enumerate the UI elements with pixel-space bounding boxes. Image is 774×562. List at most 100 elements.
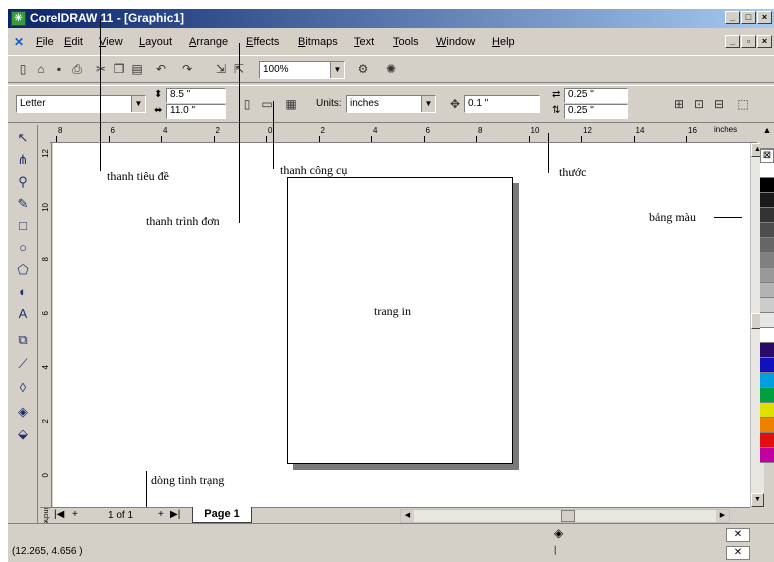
palette-swatch[interactable] [760,343,774,358]
shape-tool-icon[interactable]: ⋔ [14,151,32,169]
palette-swatch[interactable] [760,313,774,328]
tab-page-1[interactable]: Page 1 [192,507,252,523]
document-icon[interactable]: ✕ [14,35,28,49]
cut-icon[interactable]: ✂ [94,62,108,76]
menu-bitmaps[interactable]: Bitmaps [298,36,338,48]
printable-page[interactable]: trang in [287,177,513,464]
menu-edit[interactable]: Edit [64,36,83,48]
print-icon[interactable]: ⎙ [70,62,84,76]
menu-effects[interactable]: Effects [246,36,279,48]
outline-tool-icon[interactable]: ◊ [14,379,32,397]
zoom-tool-icon[interactable]: ⚲ [14,173,32,191]
scroll-left-button[interactable]: ◀ [401,510,414,522]
doc-minimize-button[interactable]: _ [725,35,740,48]
units-combo[interactable]: inches ▼ [346,95,436,113]
menu-layout[interactable]: Layout [139,36,172,48]
new-icon[interactable]: ▯ [16,62,30,76]
fill-color-swatch[interactable]: ✕ [726,528,750,542]
interactive-blend-tool-icon[interactable]: ⧉ [14,331,32,349]
polygon-tool-icon[interactable]: ⬠ [14,261,32,279]
corel-online-icon[interactable]: ✺ [384,62,398,76]
palette-swatch[interactable] [760,238,774,253]
options-icon[interactable]: ⬚ [736,97,750,111]
undo-icon[interactable]: ↶ [154,62,168,76]
coreldraw-icon[interactable]: ✳ [11,11,26,26]
palette-swatch[interactable] [760,448,774,463]
import-icon[interactable]: ⇲ [214,62,228,76]
horizontal-scrollbar[interactable]: ◀ ▶ [400,509,730,523]
snap-guidelines-icon[interactable]: ⊡ [692,97,706,111]
menu-arrange[interactable]: Arrange [189,36,228,48]
menu-file[interactable]: File [36,36,54,48]
no-fill-swatch[interactable]: ⊠ [760,149,774,163]
color-palette[interactable]: ▲ ⊠ [760,125,774,507]
horizontal-ruler[interactable]: 8 6 4 2 0 2 4 6 8 10 12 14 16 [50,125,757,143]
palette-swatch[interactable] [760,373,774,388]
page-width-field[interactable]: 8.5 " [166,88,226,103]
fill-tool-icon[interactable]: ◈ [14,403,32,421]
last-page-icon[interactable]: ▶| [170,509,180,520]
palette-swatch[interactable] [760,163,774,178]
application-launcher-icon[interactable]: ⚙ [352,62,374,76]
palette-swatch[interactable] [760,388,774,403]
rectangle-tool-icon[interactable]: □ [14,217,32,235]
palette-swatch[interactable] [760,283,774,298]
palette-swatch[interactable] [760,298,774,313]
add-page-before-icon[interactable]: + [72,509,78,520]
palette-swatch[interactable] [760,193,774,208]
palette-swatch[interactable] [760,403,774,418]
vertical-ruler[interactable]: 12 10 8 6 4 2 0 [40,143,52,507]
paper-type-combo[interactable]: Letter ▼ [16,95,146,113]
nudge-offset-field[interactable]: 0.1 " [464,95,540,113]
fill-indicator-icon[interactable]: ◈ [554,526,563,540]
snap-objects-icon[interactable]: ⊟ [712,97,726,111]
outline-indicator-icon[interactable]: ⦚ [554,544,557,559]
palette-swatch[interactable] [760,223,774,238]
copy-icon[interactable]: ❐ [112,62,126,76]
palette-swatch[interactable] [760,358,774,373]
scroll-right-button[interactable]: ▶ [716,510,729,522]
doc-restore-button[interactable]: ▫ [741,35,756,48]
chevron-down-icon[interactable]: ▼ [330,62,344,78]
hscroll-thumb[interactable] [561,510,575,522]
palette-swatch[interactable] [760,328,774,343]
chevron-down-icon[interactable]: ▼ [421,96,435,112]
palette-swatch[interactable] [760,178,774,193]
add-page-after-icon[interactable]: + [158,509,164,520]
palette-swatch[interactable] [760,433,774,448]
palette-swatch[interactable] [760,418,774,433]
redo-icon[interactable]: ↷ [180,62,194,76]
palette-swatch[interactable] [760,208,774,223]
minimize-button[interactable]: _ [725,11,740,24]
doc-close-button[interactable]: × [757,35,772,48]
title-bar[interactable]: ✳ CorelDRAW 11 - [Graphic1] _ □ × [8,9,774,28]
save-icon[interactable]: ▪ [52,62,66,76]
outline-color-swatch[interactable]: ✕ [726,546,750,560]
duplicate-y-field[interactable]: 0.25 " [564,104,628,119]
paste-icon[interactable]: ▤ [130,62,144,76]
drawing-window[interactable]: trang in thanh tiêu đề thanh trình đơn t… [53,143,750,507]
snap-grid-icon[interactable]: ⊞ [672,97,686,111]
menu-help[interactable]: Help [492,36,515,48]
portrait-icon[interactable]: ▯ [240,97,254,111]
freehand-tool-icon[interactable]: ✎ [14,195,32,213]
maximize-button[interactable]: □ [741,11,756,24]
palette-swatch[interactable] [760,268,774,283]
menu-text[interactable]: Text [354,36,374,48]
duplicate-x-field[interactable]: 0.25 " [564,88,628,103]
menu-tools[interactable]: Tools [393,36,419,48]
landscape-icon[interactable]: ▭ [260,97,274,111]
interactive-fill-tool-icon[interactable]: ⬙ [14,425,32,443]
menu-window[interactable]: Window [436,36,475,48]
palette-swatch[interactable] [760,253,774,268]
ellipse-tool-icon[interactable]: ○ [14,239,32,257]
eyedropper-tool-icon[interactable]: ⟋ [14,355,32,373]
open-icon[interactable]: ⌂ [34,62,48,76]
pick-tool-icon[interactable]: ↖ [14,129,32,147]
text-tool-icon[interactable]: A [14,305,32,323]
palette-scroll-up-icon[interactable]: ▲ [760,125,774,149]
zoom-levels-combo[interactable]: 100% ▼ [259,61,345,79]
all-pages-icon[interactable]: ▦ [284,97,298,111]
basic-shapes-tool-icon[interactable]: ◐ [14,283,32,301]
close-button[interactable]: × [757,11,772,24]
